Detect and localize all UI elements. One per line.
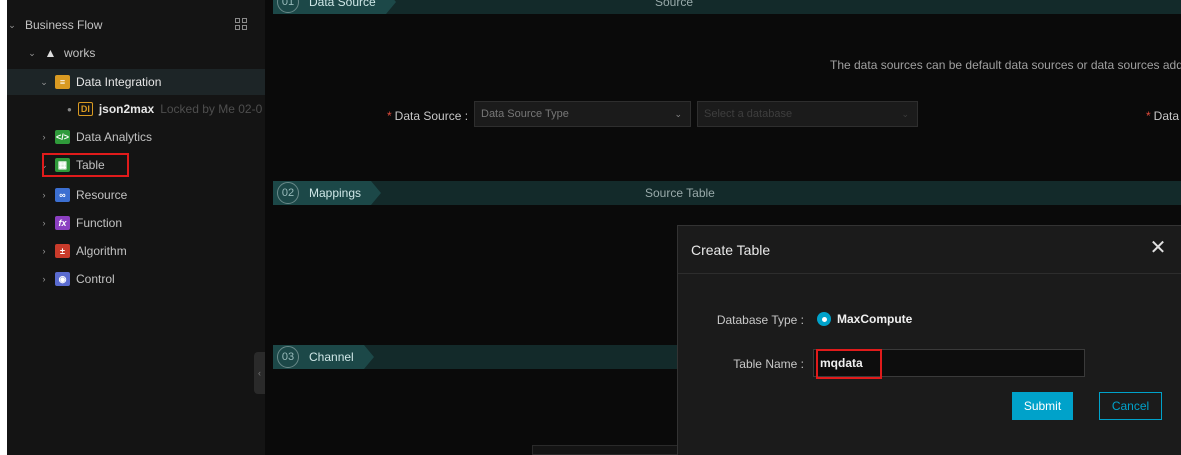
bullet-icon: ● — [67, 104, 72, 114]
function-icon: fx — [55, 216, 70, 230]
tree-item-works[interactable]: ⌄ ▲ works — [27, 40, 95, 66]
chevron-down-icon[interactable]: ⌄ — [27, 48, 37, 59]
tree-label: json2max — [98, 102, 155, 116]
algorithm-icon: ± — [55, 244, 70, 258]
chevron-down-icon: ⌄ — [674, 108, 682, 119]
tree-item-control[interactable]: › ◉ Control — [39, 266, 115, 292]
database-type-label: Database Type : — [716, 313, 804, 327]
sidebar-collapse-handle[interactable]: ‹ — [254, 352, 265, 394]
dialog-title: Create Table — [691, 241, 771, 258]
grid-view-icon[interactable] — [235, 18, 247, 30]
lock-status: Locked by Me 02-0 — [160, 102, 263, 116]
step-number: 01 — [277, 0, 299, 13]
tree-label: Resource — [76, 188, 128, 202]
table-name-highlight-box — [816, 349, 882, 379]
maxcompute-radio-label: MaxCompute — [837, 312, 913, 326]
table-name-label: Table Name : — [733, 357, 804, 371]
create-table-dialog: Create Table ✕ Database Type : MaxComput… — [677, 225, 1181, 455]
tree-item-data-analytics[interactable]: › </> Data Analytics — [39, 124, 152, 150]
step-number: 03 — [277, 346, 299, 368]
data-source-description: The data sources can be default data sou… — [830, 58, 1181, 72]
org-tree-icon: ▲ — [44, 46, 57, 60]
chevron-down-icon[interactable]: ⌄ — [7, 20, 17, 31]
chevron-down-icon: ⌄ — [901, 108, 909, 119]
tree-label: Function — [76, 216, 123, 230]
tree-label: Algorithm — [76, 244, 127, 258]
code-icon: </> — [55, 130, 70, 144]
submit-button[interactable]: Submit — [1012, 392, 1073, 420]
dialog-header: Create Table ✕ — [678, 226, 1181, 274]
step-source-label: Source — [655, 0, 694, 9]
maxcompute-radio[interactable] — [817, 312, 831, 326]
data-source-label: * Data Source : — [387, 109, 469, 123]
sidebar: ⌄ Business Flow ⌄ ▲ works ⌄ ≡ Data Integ… — [7, 0, 265, 455]
data-source-type-select[interactable]: Data Source Type ⌄ — [474, 101, 691, 127]
cancel-button[interactable]: Cancel — [1099, 392, 1162, 420]
table-highlight-box — [42, 153, 129, 177]
chevron-right-icon[interactable]: › — [39, 246, 49, 256]
step-data-source-bar: 01 Data Source Source — [273, 0, 1181, 14]
step-title: Channel — [309, 350, 354, 364]
data-integration-icon: ≡ — [55, 75, 70, 89]
tree-label: Control — [76, 272, 115, 286]
chevron-right-icon[interactable]: › — [39, 274, 49, 284]
step-number: 02 — [277, 182, 299, 204]
tree-item-data-integration[interactable]: ⌄ ≡ Data Integration — [7, 69, 265, 95]
tree-item-algorithm[interactable]: › ± Algorithm — [39, 238, 127, 264]
select-placeholder: Select a database — [704, 108, 793, 120]
step-channel-bar: 03 Channel — [273, 345, 677, 369]
close-icon[interactable]: ✕ — [1148, 238, 1168, 258]
tree-label: Data Integration — [76, 75, 162, 89]
step-mappings-bar: 02 Mappings Source Table — [273, 181, 1181, 205]
step-title: Mappings — [309, 186, 362, 200]
source-table-label: Source Table — [645, 186, 715, 200]
chevron-down-icon[interactable]: ⌄ — [39, 77, 49, 88]
tree-label: works — [64, 46, 96, 60]
chevron-right-icon[interactable]: › — [39, 132, 49, 142]
tree-item-function[interactable]: › fx Function — [39, 210, 122, 236]
tree-item-json2max[interactable]: ● DI json2max Locked by Me 02-0 — [67, 96, 262, 122]
chevron-right-icon[interactable]: › — [39, 218, 49, 228]
chevron-right-icon[interactable]: › — [39, 190, 49, 200]
business-flow-title: Business Flow — [25, 18, 103, 32]
database-select[interactable]: Select a database ⌄ — [697, 101, 918, 127]
control-icon: ◉ — [55, 272, 70, 286]
step-channel: 03 Channel — [273, 345, 374, 369]
tree-item-resource[interactable]: › ∞ Resource — [39, 182, 127, 208]
app-frame: ⌄ Business Flow ⌄ ▲ works ⌄ ≡ Data Integ… — [7, 0, 1181, 455]
bottom-panel-edge — [532, 445, 684, 455]
data-target-label: *Data S — [1146, 109, 1181, 123]
resource-icon: ∞ — [55, 188, 70, 202]
tree-label: Data Analytics — [76, 130, 153, 144]
di-node-icon: DI — [77, 102, 93, 116]
step-title: Data Source — [309, 0, 376, 9]
step-mappings: 02 Mappings — [273, 181, 382, 205]
select-placeholder: Data Source Type — [481, 108, 569, 120]
step-data-source: 01 Data Source — [273, 0, 396, 14]
sidebar-header[interactable]: ⌄ Business Flow — [7, 12, 102, 38]
